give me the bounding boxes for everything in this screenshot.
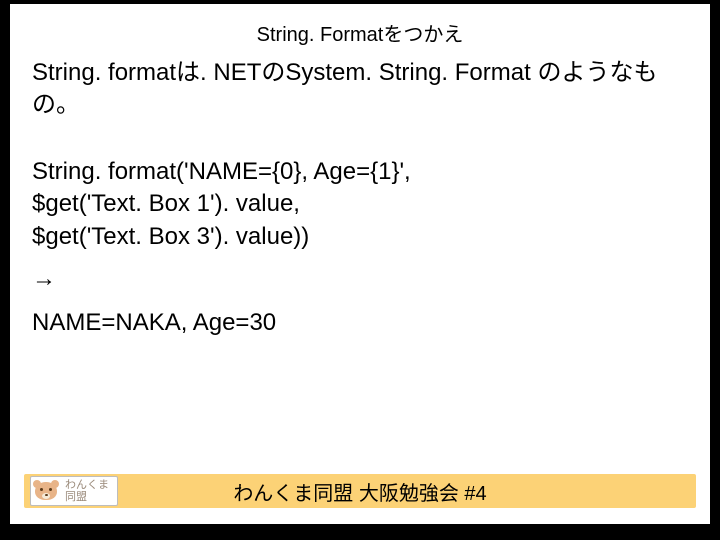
logo-text-line: わんくま (65, 479, 109, 491)
description-paragraph: String. formatは. NETのSystem. String. For… (32, 57, 688, 122)
result-line: NAME=NAKA, Age=30 (32, 307, 688, 339)
slide: String. Formatをつかえ String. formatは. NETの… (10, 4, 710, 524)
code-line: $get('Text. Box 1'). value, (32, 188, 688, 220)
code-block: String. format('NAME={0}, Age={1}', $get… (32, 156, 688, 253)
slide-body: String. formatは. NETのSystem. String. For… (10, 57, 710, 524)
arrow-symbol: → (32, 263, 688, 295)
code-line: $get('Text. Box 3'). value)) (32, 221, 688, 253)
logo-badge: わんくま 同盟 (30, 476, 118, 506)
code-line: String. format('NAME={0}, Age={1}', (32, 156, 688, 188)
logo-text-line: 同盟 (65, 491, 109, 503)
slide-title: String. Formatをつかえ (10, 4, 710, 57)
footer: わんくま 同盟 わんくま同盟 大阪勉強会 #4 (10, 468, 710, 514)
logo-text: わんくま 同盟 (65, 479, 109, 503)
bear-icon (33, 480, 59, 502)
